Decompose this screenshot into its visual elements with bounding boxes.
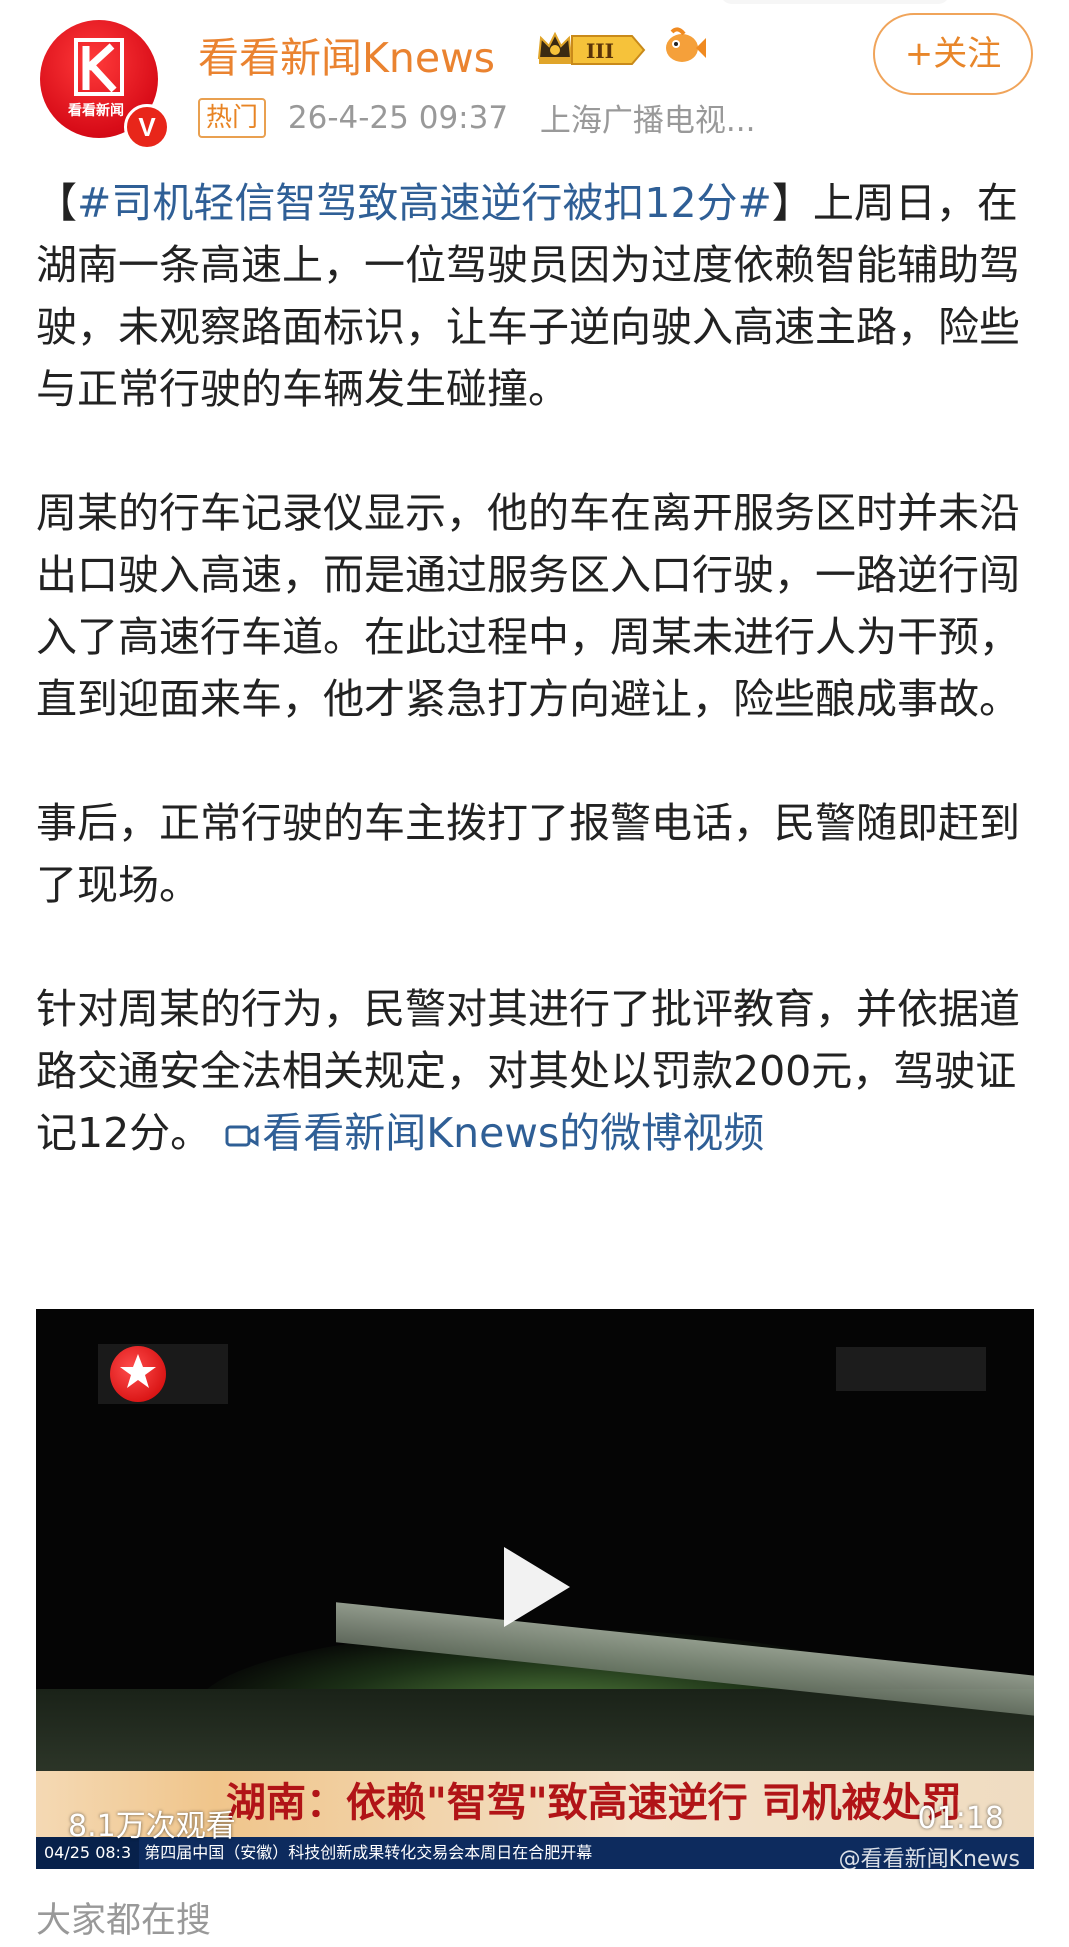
news-banner-text: 湖南：依赖"智驾"致高速逆行 司机被处罚 (226, 1780, 962, 1826)
video-camera-icon (225, 1125, 259, 1147)
knews-logo-icon (74, 38, 124, 96)
author-name[interactable]: 看看新闻Knews (198, 24, 495, 84)
post-paragraph-3: 事后，正常行驶的车主拨打了报警电话，民警随即赶到了现场。 (36, 799, 1020, 909)
post-timestamp: 26-4-25 09:37 (287, 99, 509, 136)
post-content: 【#司机轻信智驾致高速逆行被扣12分#】上周日，在湖南一条高速上，一位驾驶员因为… (36, 172, 1036, 1226)
star-icon (120, 1354, 156, 1388)
post-header: 看看新闻 V 看看新闻Knews III +关注 热门 26-4-25 09:3… (0, 0, 1069, 150)
station-logo-icon (110, 1346, 166, 1402)
level-badge-icon: III (571, 35, 646, 65)
video-link-label[interactable]: 看看新闻Knews的微博视频 (262, 1109, 764, 1157)
topic-link[interactable]: #司机轻信智驾致高速逆行被扣12分# (77, 179, 772, 227)
play-icon[interactable] (504, 1547, 570, 1627)
avatar[interactable]: 看看新闻 V (40, 20, 170, 150)
trending-search-title: 大家都在搜 (36, 1901, 212, 1941)
post-paragraph-4: 针对周某的行为，民警对其进行了批评教育，并依据道路交通安全法相关规定，对其处以罚… (36, 978, 1036, 1164)
video-watermark: @看看新闻Knews (838, 1847, 1020, 1869)
hot-badge: 热门 (198, 97, 267, 138)
view-count: 8.1万次观看 (68, 1809, 236, 1844)
post-meta: 热门 26-4-25 09:37 上海广播电视... (198, 95, 777, 139)
follow-button[interactable]: +关注 (873, 13, 1033, 95)
video-duration: 01:18 (917, 1801, 1004, 1836)
post-paragraph-1: 【#司机轻信智驾致高速逆行被扣12分#】上周日，在湖南一条高速上，一位驾驶员因为… (36, 179, 1020, 413)
fish-icon (666, 27, 706, 62)
station-logo (98, 1344, 228, 1404)
verified-badge: V (124, 104, 170, 150)
post-paragraph-2: 周某的行车记录仪显示，他的车在离开服务区时并未沿出口驶入高速，而是通过服务区入口… (36, 489, 1020, 723)
video-player[interactable]: 湖南：依赖"智驾"致高速逆行 司机被处罚 04/25 08:3 第四届中国（安徽… (36, 1309, 1034, 1869)
level-badge-text: III (586, 39, 614, 63)
post-source: 上海广播电视... (539, 103, 756, 139)
ticker-text: 第四届中国（安徽）科技创新成果转化交易会本周日在合肥开幕 (144, 1843, 593, 1862)
video-link[interactable]: 看看新闻Knews的微博视频 (224, 1109, 764, 1157)
video-corner-box (836, 1347, 986, 1391)
